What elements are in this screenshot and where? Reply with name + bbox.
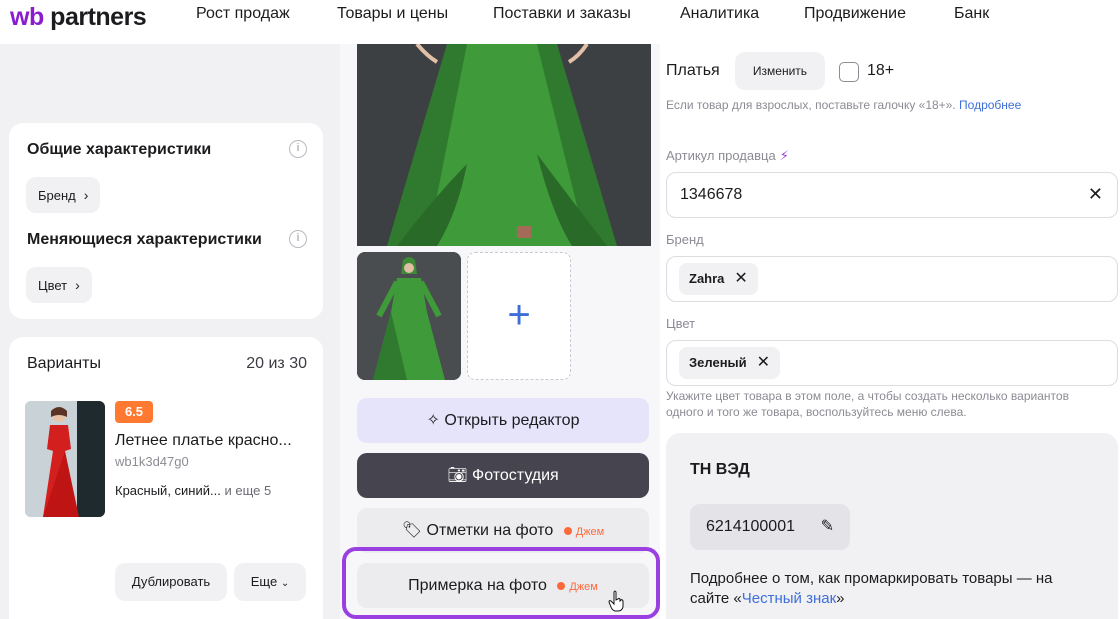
- product-thumbnail[interactable]: [357, 252, 461, 380]
- seller-article-value: 1346678: [680, 186, 743, 203]
- open-editor-label: Открыть редактор: [444, 412, 580, 429]
- rating-badge: 6.5: [115, 401, 153, 423]
- left-sidebar: Общие характеристики i Бренд › Меняющиеся…: [9, 44, 329, 619]
- tnved-note: Подробнее о том, как промаркировать това…: [690, 569, 1090, 609]
- variants-title: Варианты: [27, 355, 101, 372]
- tag-icon: 🏷︎: [401, 522, 423, 539]
- variants-count: 20 из 30: [246, 355, 307, 372]
- nav-promotion[interactable]: Продвижение: [804, 5, 906, 23]
- tnved-card: ТН ВЭД 6214100001 ✎ Подробнее о том, как…: [666, 433, 1118, 619]
- open-editor-button[interactable]: ✧ Открыть редактор: [357, 398, 649, 443]
- brand-tag-label: Zahra: [689, 271, 725, 286]
- change-category-button[interactable]: Изменить: [735, 52, 825, 90]
- variant-sku: wb1k3d47g0: [115, 454, 189, 469]
- color-tag-label: Зеленый: [689, 355, 747, 370]
- color-label: Цвет: [666, 316, 696, 331]
- seller-article-label-text: Артикул продавца: [666, 148, 776, 163]
- chestny-znak-link[interactable]: Честный знак: [742, 590, 836, 607]
- nav-bank[interactable]: Банк: [954, 5, 989, 23]
- photo-studio-button[interactable]: 📷︎ Фотостудия: [357, 453, 649, 498]
- color-field[interactable]: Зеленый ✕: [666, 340, 1118, 386]
- jam-badge: Джем: [563, 526, 605, 538]
- nav-analytics[interactable]: Аналитика: [680, 5, 759, 23]
- variant-colors: Красный, синий... и еще 5: [115, 483, 271, 498]
- chevron-right-icon: ›: [75, 277, 80, 293]
- red-dress-image: [25, 401, 105, 517]
- changing-characteristics-title: Меняющиеся характеристики: [27, 231, 262, 248]
- variant-thumbnail[interactable]: [25, 401, 105, 517]
- color-hint: Укажите цвет товара в этом поле, а чтобы…: [666, 389, 1069, 419]
- photo-marks-label: Отметки на фото: [426, 522, 554, 539]
- top-navigation: wb partners Рост продаж Товары и цены По…: [0, 0, 1120, 44]
- chevron-down-icon: ⌄: [280, 578, 290, 589]
- add-photo-button[interactable]: +: [467, 252, 571, 380]
- adult-checkbox[interactable]: [839, 62, 859, 82]
- info-icon[interactable]: i: [289, 140, 307, 158]
- product-form: Платья Изменить 18+ Если товар для взрос…: [660, 44, 1120, 619]
- pencil-icon[interactable]: ✎: [821, 504, 834, 550]
- photo-studio-label: Фотостудия: [472, 467, 559, 484]
- more-info-link[interactable]: Подробнее: [959, 98, 1021, 112]
- nav-supplies-orders[interactable]: Поставки и заказы: [493, 5, 631, 23]
- brand-chip-label: Бренд: [38, 188, 76, 203]
- category-label: Платья: [666, 62, 720, 79]
- adult-note: Если товар для взрослых, поставьте галоч…: [666, 98, 1021, 112]
- tnved-code-field[interactable]: 6214100001 ✎: [690, 504, 850, 550]
- tnved-title: ТН ВЭД: [690, 461, 750, 478]
- variant-colors-list: Красный, синий...: [115, 483, 221, 498]
- jam-dot-icon: [563, 527, 572, 535]
- adult-note-text: Если товар для взрослых, поставьте галоч…: [666, 98, 956, 112]
- brand-chip[interactable]: Бренд ›: [26, 177, 101, 213]
- green-dress-thumbnail: [357, 252, 461, 380]
- info-icon[interactable]: i: [289, 230, 307, 248]
- media-column: + ✧ Открыть редактор 📷︎ Фотостудия 🏷︎ От…: [340, 44, 660, 619]
- variants-card: Варианты 20 из 30 6.5 Летнее платье крас…: [9, 337, 323, 619]
- chevron-right-icon: ›: [83, 187, 89, 203]
- color-chip-label: Цвет: [38, 278, 68, 293]
- tnved-code-value: 6214100001: [706, 518, 795, 535]
- green-dress-image: [357, 44, 651, 246]
- lightning-icon: ⚡︎: [779, 148, 789, 163]
- jam-badge-label: Джем: [575, 526, 605, 538]
- nav-sales-growth[interactable]: Рост продаж: [196, 5, 290, 23]
- brand-tag: Zahra ✕: [679, 263, 758, 295]
- brand-label: Бренд: [666, 232, 704, 247]
- more-button[interactable]: Еще ⌄: [234, 563, 306, 601]
- sparkle-icon: ✧: [426, 412, 440, 429]
- variant-colors-more[interactable]: и еще 5: [224, 483, 271, 498]
- wb-partners-logo[interactable]: wb partners: [10, 3, 147, 32]
- adult-checkbox-label: 18+: [867, 62, 895, 79]
- remove-tag-icon[interactable]: ✕: [757, 354, 770, 371]
- main-product-photo[interactable]: [357, 44, 651, 246]
- seller-article-field[interactable]: 1346678 ✕: [666, 172, 1118, 218]
- hand-cursor-icon: [608, 590, 624, 612]
- brand-field[interactable]: Zahra ✕: [666, 256, 1118, 302]
- color-chip[interactable]: Цвет ›: [26, 267, 92, 303]
- logo-partners-text: partners: [50, 3, 147, 31]
- tnved-note-suffix: »: [836, 590, 845, 607]
- color-tag: Зеленый ✕: [679, 347, 781, 379]
- seller-article-label: Артикул продавца ⚡︎: [666, 148, 789, 164]
- variant-name[interactable]: Летнее платье красно...: [115, 432, 292, 450]
- plus-icon: +: [507, 293, 531, 337]
- duplicate-button[interactable]: Дублировать: [115, 563, 227, 601]
- logo-wb-text: wb: [10, 3, 44, 31]
- more-button-label: Еще: [250, 574, 278, 589]
- characteristics-card: Общие характеристики i Бренд › Меняющиеся…: [9, 123, 323, 319]
- camera-icon: 📷︎: [447, 467, 468, 484]
- remove-tag-icon[interactable]: ✕: [734, 270, 747, 287]
- nav-products-prices[interactable]: Товары и цены: [337, 5, 448, 23]
- clear-icon[interactable]: ✕: [1088, 184, 1103, 205]
- general-characteristics-title: Общие характеристики: [27, 141, 212, 158]
